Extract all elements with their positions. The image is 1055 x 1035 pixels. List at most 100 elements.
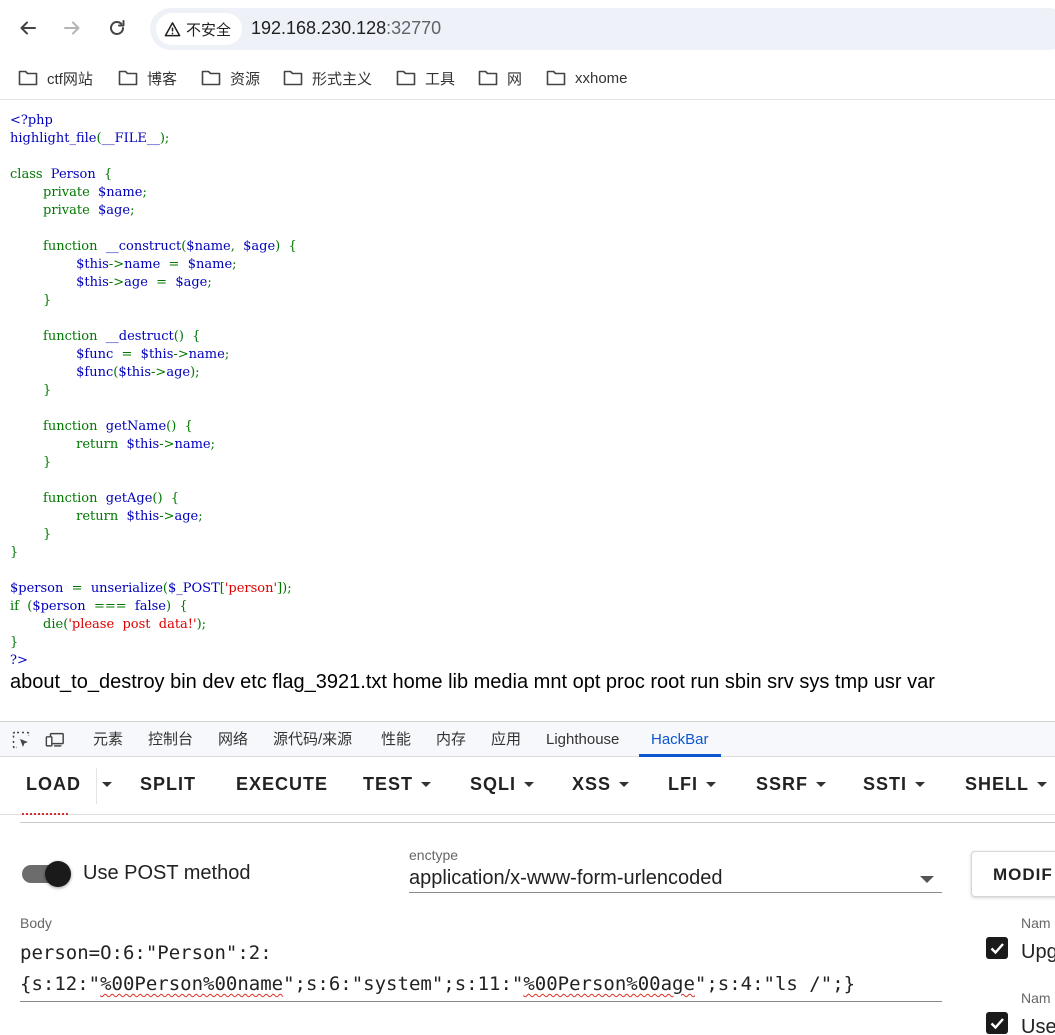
bookmark-folder[interactable]: 资源	[201, 67, 260, 89]
test-label: TEST	[363, 774, 414, 794]
code-token: ->	[108, 275, 125, 290]
caret-down-icon	[1037, 782, 1048, 787]
lfi-menu-button[interactable]: LFI	[668, 774, 716, 795]
code-token: __destruct	[105, 329, 174, 344]
bookmark-folder[interactable]: xxhome	[546, 67, 628, 89]
code-token: );	[159, 131, 170, 146]
post-body-field[interactable]: person=O:6:"Person":2: {s:12:"%00Person%0…	[20, 938, 942, 1002]
header-enable-checkbox[interactable]	[986, 937, 1008, 959]
arrow-left-icon	[20, 21, 36, 35]
shell-menu-button[interactable]: SHELL	[965, 774, 1048, 795]
execute-button[interactable]: EXECUTE	[236, 774, 328, 795]
security-label: 不安全	[186, 21, 232, 39]
code-token: <?php	[10, 113, 53, 128]
code-line: $func = $this->name;	[10, 346, 297, 364]
code-token: name	[124, 257, 169, 272]
code-token: getName	[105, 419, 167, 434]
reload-button[interactable]	[102, 13, 132, 43]
inspect-element-button[interactable]	[10, 729, 32, 751]
bookmark-label: ctf网站	[47, 70, 93, 88]
bookmark-folder[interactable]: 博客	[118, 67, 177, 89]
header-name-value[interactable]: Upg	[1021, 941, 1055, 964]
code-token: ->	[159, 437, 175, 452]
url-text[interactable]: 192.168.230.128:32770	[251, 18, 441, 39]
code-token: ]);	[277, 581, 292, 596]
code-token: =	[168, 257, 188, 272]
code-line: $this->age = $age;	[10, 274, 297, 292]
bookmark-folder[interactable]: 形式主义	[283, 67, 372, 89]
bookmark-folder[interactable]: 工具	[396, 67, 455, 89]
code-token: ) {	[166, 599, 188, 614]
tab-console[interactable]: 控制台	[148, 722, 193, 758]
modify-header-button[interactable]: MODIF	[971, 851, 1055, 897]
code-token: $name	[187, 257, 233, 272]
code-token: }	[10, 545, 19, 560]
tab-hackbar[interactable]: HackBar	[639, 722, 721, 757]
ssrf-menu-button[interactable]: SSRF	[756, 774, 827, 795]
code-token: false	[134, 599, 166, 614]
bookmark-label: 形式主义	[312, 70, 373, 88]
code-token: () {	[173, 329, 201, 344]
code-token: private	[10, 185, 99, 200]
code-line: return $this->name;	[10, 436, 297, 454]
post-method-toggle[interactable]	[22, 861, 72, 887]
code-token: $this	[76, 257, 109, 272]
code-token: ;	[224, 347, 230, 362]
checkmark-icon	[990, 1018, 1004, 1030]
code-token: ;	[207, 275, 212, 290]
code-token: }	[10, 455, 52, 470]
tab-performance[interactable]: 性能	[381, 722, 411, 758]
load-button[interactable]: LOAD	[26, 774, 81, 795]
tab-sources[interactable]: 源代码/来源	[273, 722, 352, 758]
folder-icon	[201, 70, 221, 86]
ssti-menu-button[interactable]: SSTI	[863, 774, 926, 795]
device-icon	[45, 732, 64, 747]
bookmark-label: xxhome	[575, 69, 628, 87]
address-bar[interactable]: 不安全 192.168.230.128:32770	[150, 8, 1055, 50]
tab-application[interactable]: 应用	[491, 722, 521, 758]
caret-down-icon	[619, 782, 630, 787]
code-token: return	[10, 509, 127, 524]
header-name-value[interactable]: Use	[1021, 1016, 1055, 1035]
code-token: $this	[126, 509, 160, 524]
load-dropdown-button[interactable]	[102, 782, 112, 787]
execute-label: EXECUTE	[236, 774, 329, 794]
back-button[interactable]	[13, 13, 43, 43]
code-token: age	[166, 365, 191, 380]
lfi-label: LFI	[668, 774, 698, 794]
enctype-select[interactable]: application/x-www-form-urlencoded	[409, 867, 942, 893]
split-button[interactable]: SPLIT	[140, 774, 196, 795]
bookmark-folder[interactable]: ctf网站	[18, 67, 93, 89]
code-token: $person	[32, 599, 94, 614]
code-token: ->	[173, 347, 189, 362]
code-token: () {	[166, 419, 193, 434]
load-label: LOAD	[26, 774, 81, 794]
tab-network[interactable]: 网络	[218, 722, 248, 758]
device-toolbar-button[interactable]	[44, 729, 66, 751]
code-line: }	[10, 292, 297, 310]
site-security-chip[interactable]: 不安全	[156, 13, 243, 45]
bookmark-folder[interactable]: 网	[478, 67, 522, 89]
code-token: $this	[76, 275, 109, 290]
post-body-line: {s:12:"%00Person%00name";s:6:"system";s:…	[20, 969, 942, 1000]
code-line: $this->name = $name;	[10, 256, 297, 274]
tab-lighthouse[interactable]: Lighthouse	[546, 722, 619, 758]
code-token: if (	[10, 599, 33, 614]
sqli-menu-button[interactable]: SQLI	[470, 774, 535, 795]
code-token: =	[156, 275, 176, 290]
tab-elements[interactable]: 元素	[93, 722, 123, 758]
code-token: }	[10, 527, 52, 542]
code-token: ?>	[10, 653, 28, 668]
test-menu-button[interactable]: TEST	[363, 774, 432, 795]
shell-label: SHELL	[965, 774, 1030, 794]
header-name-label: Nam	[1021, 990, 1051, 1006]
code-token: age	[124, 275, 157, 290]
tab-memory[interactable]: 内存	[436, 722, 466, 758]
post-body-token: ";s:6:"system";s:11:"	[283, 973, 524, 995]
forward-button[interactable]	[57, 13, 87, 43]
header-enable-checkbox[interactable]	[986, 1012, 1008, 1034]
xss-menu-button[interactable]: XSS	[572, 774, 630, 795]
